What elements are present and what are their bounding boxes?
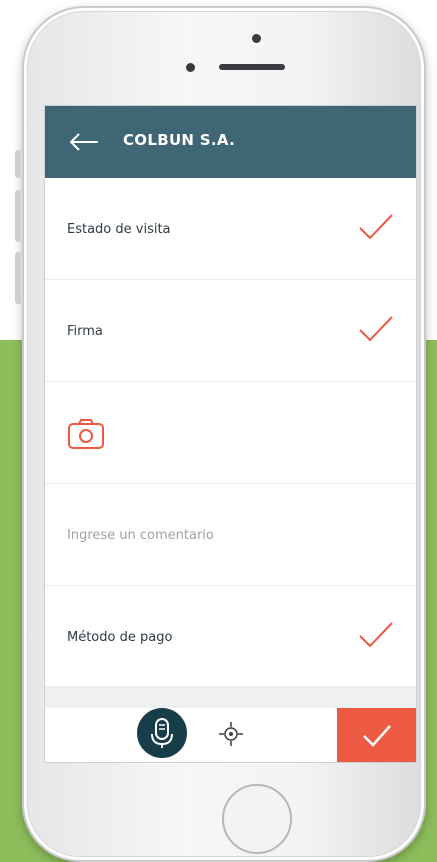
list-item-photo[interactable] [45, 382, 416, 484]
app-screen: COLBUN S.A. Estado de visita Firma Ingre… [45, 106, 416, 762]
crosshair-icon[interactable] [218, 721, 244, 747]
volume-down-button [15, 252, 21, 304]
row-label: Método de pago [67, 630, 173, 645]
confirm-button[interactable] [337, 708, 416, 762]
comment-field[interactable]: Ingrese un comentario [45, 484, 416, 586]
arrow-left-icon[interactable] [67, 128, 101, 156]
app-header: COLBUN S.A. [45, 106, 416, 178]
front-camera [252, 34, 261, 43]
list-footer-spacer [45, 686, 416, 708]
microphone-button[interactable] [137, 708, 187, 758]
volume-up-button [15, 190, 21, 242]
comment-placeholder: Ingrese un comentario [67, 528, 214, 543]
bottom-action-bar [45, 708, 416, 762]
proximity-sensor [186, 63, 195, 72]
checkmark-icon [359, 622, 393, 648]
page-title: COLBUN S.A. [123, 131, 236, 149]
checkmark-icon [359, 316, 393, 342]
list-item-estado-visita[interactable]: Estado de visita [45, 178, 416, 280]
earpiece-speaker [219, 64, 285, 70]
camera-icon[interactable] [67, 418, 105, 450]
list-item-metodo-pago[interactable]: Método de pago [45, 586, 416, 688]
checkmark-icon [363, 725, 391, 747]
home-button[interactable] [222, 784, 292, 854]
mute-switch [15, 150, 21, 178]
row-label: Estado de visita [67, 222, 171, 237]
row-label: Firma [67, 324, 103, 339]
microphone-icon [151, 718, 173, 748]
checkmark-icon [359, 214, 393, 240]
list-item-firma[interactable]: Firma [45, 280, 416, 382]
